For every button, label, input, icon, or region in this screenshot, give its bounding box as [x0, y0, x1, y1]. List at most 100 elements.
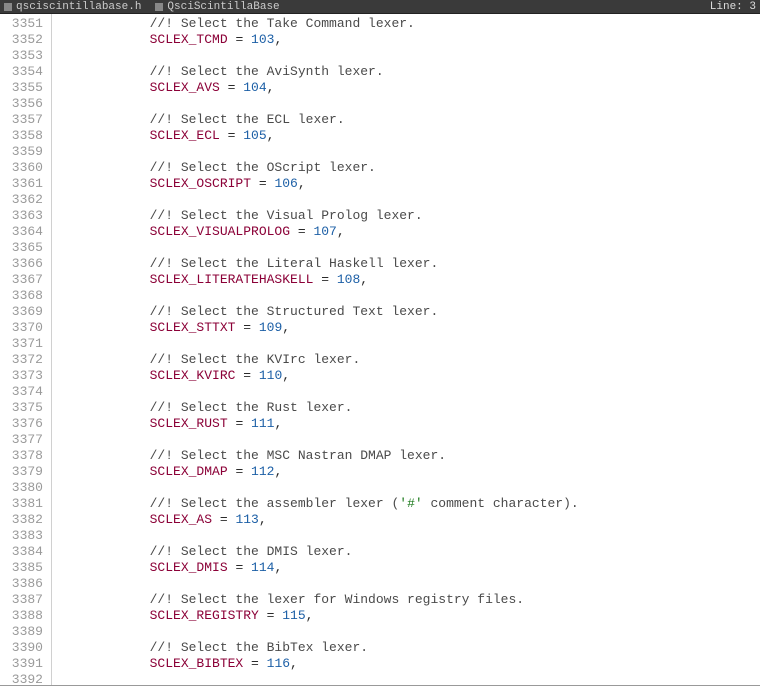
code-line[interactable]: SCLEX_REGISTRY = 115, — [56, 608, 760, 624]
number-token: 113 — [235, 512, 258, 527]
code-line[interactable]: SCLEX_TCMD = 103, — [56, 32, 760, 48]
code-line[interactable] — [56, 48, 760, 64]
code-line[interactable] — [56, 624, 760, 640]
number-token: 108 — [337, 272, 360, 287]
code-line[interactable]: SCLEX_KVIRC = 110, — [56, 368, 760, 384]
line-number: 3387 — [6, 592, 43, 608]
code-line[interactable] — [56, 672, 760, 686]
line-number: 3372 — [6, 352, 43, 368]
code-line[interactable]: SCLEX_STTXT = 109, — [56, 320, 760, 336]
punctuation-token: , — [274, 560, 282, 575]
tab-file-1[interactable]: qsciscintillabase.h — [4, 1, 141, 13]
code-line[interactable]: //! Select the AviSynth lexer. — [56, 64, 760, 80]
punctuation-token: , — [306, 608, 314, 623]
tab-label: QsciScintillaBase — [167, 1, 279, 13]
comment-token: //! Select the Take Command lexer. — [56, 16, 415, 31]
line-number: 3361 — [6, 176, 43, 192]
punctuation-token: , — [282, 320, 290, 335]
code-line[interactable]: SCLEX_RUST = 111, — [56, 416, 760, 432]
file-icon — [4, 3, 12, 11]
code-line[interactable] — [56, 528, 760, 544]
operator-token: = — [251, 176, 274, 191]
line-number: 3359 — [6, 144, 43, 160]
code-line[interactable]: //! Select the DMIS lexer. — [56, 544, 760, 560]
number-token: 103 — [251, 32, 274, 47]
punctuation-token: , — [282, 368, 290, 383]
code-line[interactable]: //! Select the Rust lexer. — [56, 400, 760, 416]
code-editor[interactable]: 3351335233533354335533563357335833593360… — [0, 14, 760, 686]
punctuation-token: , — [274, 464, 282, 479]
line-number: 3378 — [6, 448, 43, 464]
code-line[interactable]: //! Select the lexer for Windows registr… — [56, 592, 760, 608]
code-line[interactable] — [56, 336, 760, 352]
operator-token: = — [220, 80, 243, 95]
line-number: 3388 — [6, 608, 43, 624]
line-number: 3367 — [6, 272, 43, 288]
line-number: 3373 — [6, 368, 43, 384]
line-number: 3363 — [6, 208, 43, 224]
code-line[interactable]: //! Select the KVIrc lexer. — [56, 352, 760, 368]
code-line[interactable]: //! Select the ECL lexer. — [56, 112, 760, 128]
code-line[interactable]: SCLEX_AS = 113, — [56, 512, 760, 528]
code-line[interactable]: SCLEX_VISUALPROLOG = 107, — [56, 224, 760, 240]
code-line[interactable] — [56, 288, 760, 304]
code-line[interactable]: SCLEX_ECL = 105, — [56, 128, 760, 144]
number-token: 116 — [267, 656, 290, 671]
line-number: 3371 — [6, 336, 43, 352]
comment-token: //! Select the ECL lexer. — [56, 112, 345, 127]
line-number: 3380 — [6, 480, 43, 496]
code-line[interactable]: SCLEX_LITERATEHASKELL = 108, — [56, 272, 760, 288]
line-number: 3355 — [6, 80, 43, 96]
code-line[interactable]: //! Select the OScript lexer. — [56, 160, 760, 176]
number-token: 105 — [243, 128, 266, 143]
code-line[interactable] — [56, 144, 760, 160]
code-line[interactable] — [56, 96, 760, 112]
code-line[interactable] — [56, 240, 760, 256]
line-number: 3391 — [6, 656, 43, 672]
line-number: 3370 — [6, 320, 43, 336]
identifier-token: SCLEX_DMIS — [56, 560, 228, 575]
code-line[interactable]: //! Select the Take Command lexer. — [56, 16, 760, 32]
line-number: 3392 — [6, 672, 43, 686]
operator-token: = — [259, 608, 282, 623]
code-line[interactable] — [56, 480, 760, 496]
code-line[interactable] — [56, 192, 760, 208]
tab-file-2[interactable]: QsciScintillaBase — [155, 1, 279, 13]
code-line[interactable]: //! Select the BibTex lexer. — [56, 640, 760, 656]
line-number: 3390 — [6, 640, 43, 656]
line-number: 3354 — [6, 64, 43, 80]
comment-token: //! Select the Literal Haskell lexer. — [56, 256, 438, 271]
line-number: 3381 — [6, 496, 43, 512]
code-line[interactable] — [56, 576, 760, 592]
code-line[interactable]: //! Select the Structured Text lexer. — [56, 304, 760, 320]
line-number: 3375 — [6, 400, 43, 416]
identifier-token: SCLEX_RUST — [56, 416, 228, 431]
code-line[interactable]: SCLEX_BIBTEX = 116, — [56, 656, 760, 672]
code-line[interactable]: //! Select the Literal Haskell lexer. — [56, 256, 760, 272]
comment-token: //! Select the DMIS lexer. — [56, 544, 352, 559]
identifier-token: SCLEX_ECL — [56, 128, 220, 143]
code-line[interactable]: SCLEX_DMIS = 114, — [56, 560, 760, 576]
punctuation-token: , — [298, 176, 306, 191]
line-number: 3369 — [6, 304, 43, 320]
comment-token: //! Select the BibTex lexer. — [56, 640, 368, 655]
identifier-token: SCLEX_AS — [56, 512, 212, 527]
number-token: 115 — [282, 608, 305, 623]
code-line[interactable] — [56, 432, 760, 448]
line-number: 3374 — [6, 384, 43, 400]
identifier-token: SCLEX_BIBTEX — [56, 656, 243, 671]
code-line[interactable]: SCLEX_DMAP = 112, — [56, 464, 760, 480]
code-line[interactable]: //! Select the MSC Nastran DMAP lexer. — [56, 448, 760, 464]
number-token: 114 — [251, 560, 274, 575]
code-area[interactable]: //! Select the Take Command lexer. SCLEX… — [52, 14, 760, 685]
code-line[interactable]: //! Select the Visual Prolog lexer. — [56, 208, 760, 224]
line-number: 3352 — [6, 32, 43, 48]
code-line[interactable]: //! Select the assembler lexer ('#' comm… — [56, 496, 760, 512]
number-token: 107 — [313, 224, 336, 239]
number-token: 111 — [251, 416, 274, 431]
line-number: 3379 — [6, 464, 43, 480]
punctuation-token: , — [290, 656, 298, 671]
code-line[interactable]: SCLEX_AVS = 104, — [56, 80, 760, 96]
code-line[interactable]: SCLEX_OSCRIPT = 106, — [56, 176, 760, 192]
code-line[interactable] — [56, 384, 760, 400]
